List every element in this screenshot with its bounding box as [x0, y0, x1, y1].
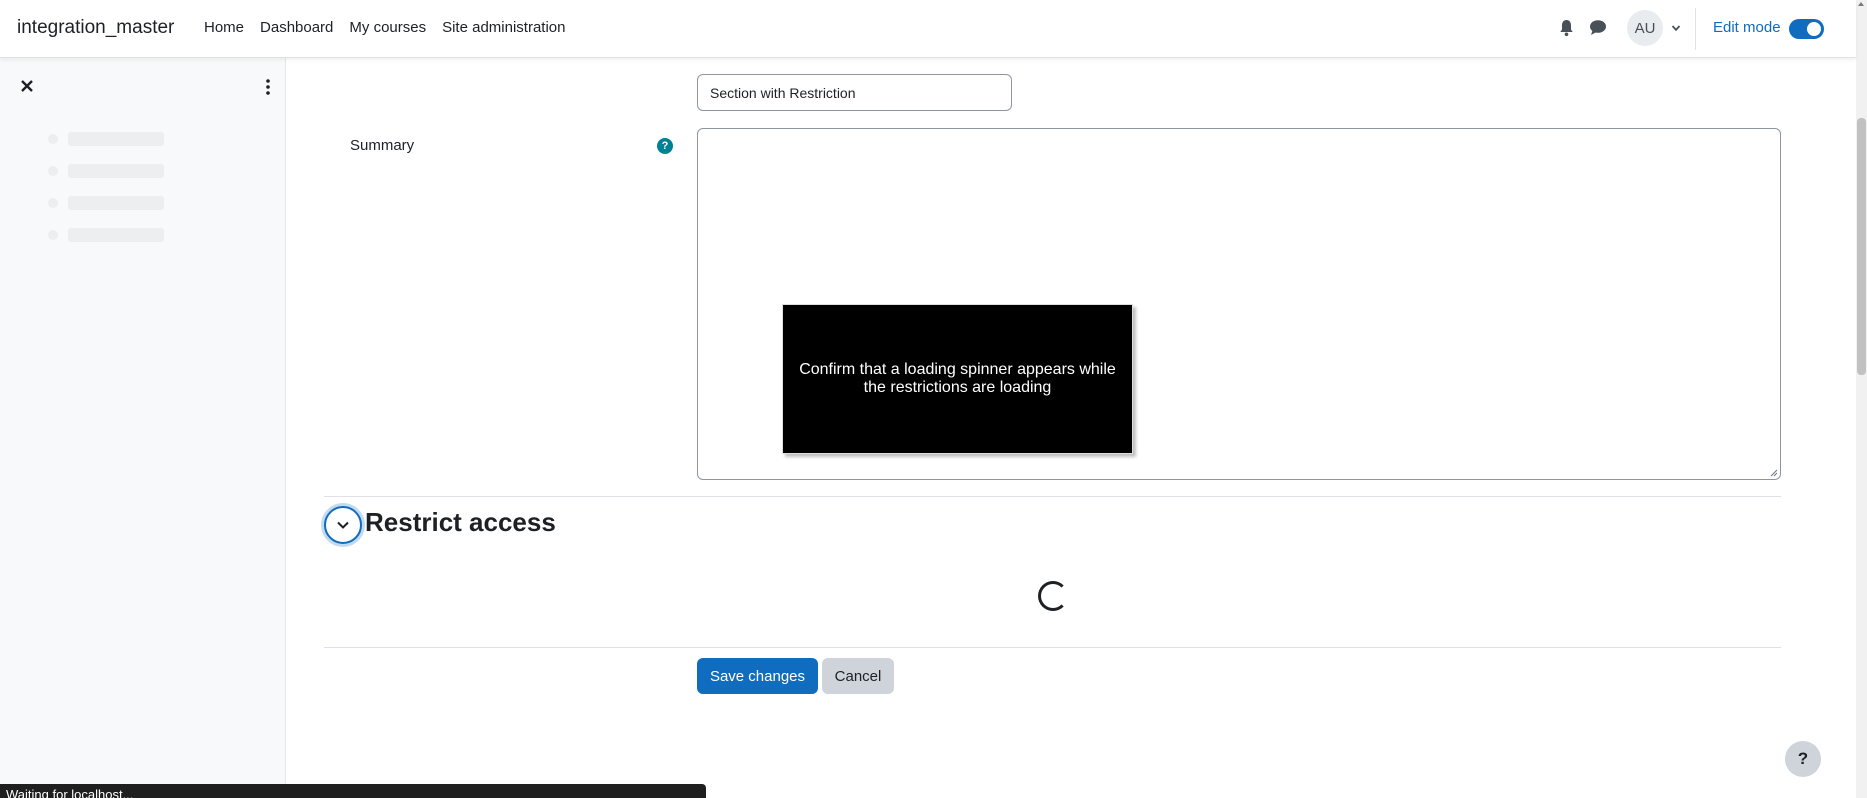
- resize-grip-icon[interactable]: [1770, 469, 1778, 477]
- save-changes-button[interactable]: Save changes: [697, 658, 818, 694]
- section-name-input[interactable]: Section with Restriction: [697, 74, 1012, 111]
- section-divider: [324, 496, 1781, 497]
- placeholder-item: [48, 228, 164, 242]
- bell-icon[interactable]: [1558, 19, 1575, 37]
- summary-label: Summary: [350, 137, 415, 154]
- nav-link-my-courses[interactable]: My courses: [349, 19, 426, 36]
- browser-status-bar: Waiting for localhost...: [0, 784, 706, 798]
- placeholder-item: [48, 132, 164, 146]
- user-avatar[interactable]: AU: [1627, 10, 1663, 46]
- close-icon[interactable]: [19, 78, 35, 94]
- kebab-menu-icon[interactable]: [263, 78, 273, 96]
- help-icon[interactable]: ?: [657, 138, 673, 154]
- loading-spinner-icon: [1038, 581, 1068, 611]
- restrict-access-collapse-button[interactable]: [324, 506, 362, 544]
- primary-navigation: Home Dashboard My courses Site administr…: [204, 19, 582, 36]
- navbar-divider: [1695, 8, 1696, 50]
- chevron-down-icon: [337, 521, 349, 529]
- placeholder-item: [48, 196, 164, 210]
- nav-link-home[interactable]: Home: [204, 19, 244, 36]
- chat-icon[interactable]: [1589, 19, 1607, 36]
- edit-mode-toggle[interactable]: [1789, 19, 1824, 39]
- section-divider: [324, 647, 1781, 648]
- scrollbar-thumb[interactable]: [1857, 118, 1866, 375]
- restrict-access-heading[interactable]: Restrict access: [365, 507, 556, 538]
- chevron-down-icon[interactable]: [1670, 22, 1682, 34]
- scroll-up-arrow-icon[interactable]: [1858, 2, 1864, 6]
- nav-link-dashboard[interactable]: Dashboard: [260, 19, 333, 36]
- top-navbar: integration_master Home Dashboard My cou…: [0, 0, 1856, 58]
- site-brand[interactable]: integration_master: [17, 17, 174, 39]
- course-index-drawer: [0, 58, 286, 798]
- placeholder-item: [48, 164, 164, 178]
- help-icon[interactable]: ?: [1785, 741, 1821, 777]
- test-instruction-callout: Confirm that a loading spinner appears w…: [782, 304, 1133, 454]
- edit-mode-label[interactable]: Edit mode: [1713, 19, 1781, 36]
- cancel-button[interactable]: Cancel: [822, 658, 894, 694]
- nav-link-site-administration[interactable]: Site administration: [442, 19, 565, 36]
